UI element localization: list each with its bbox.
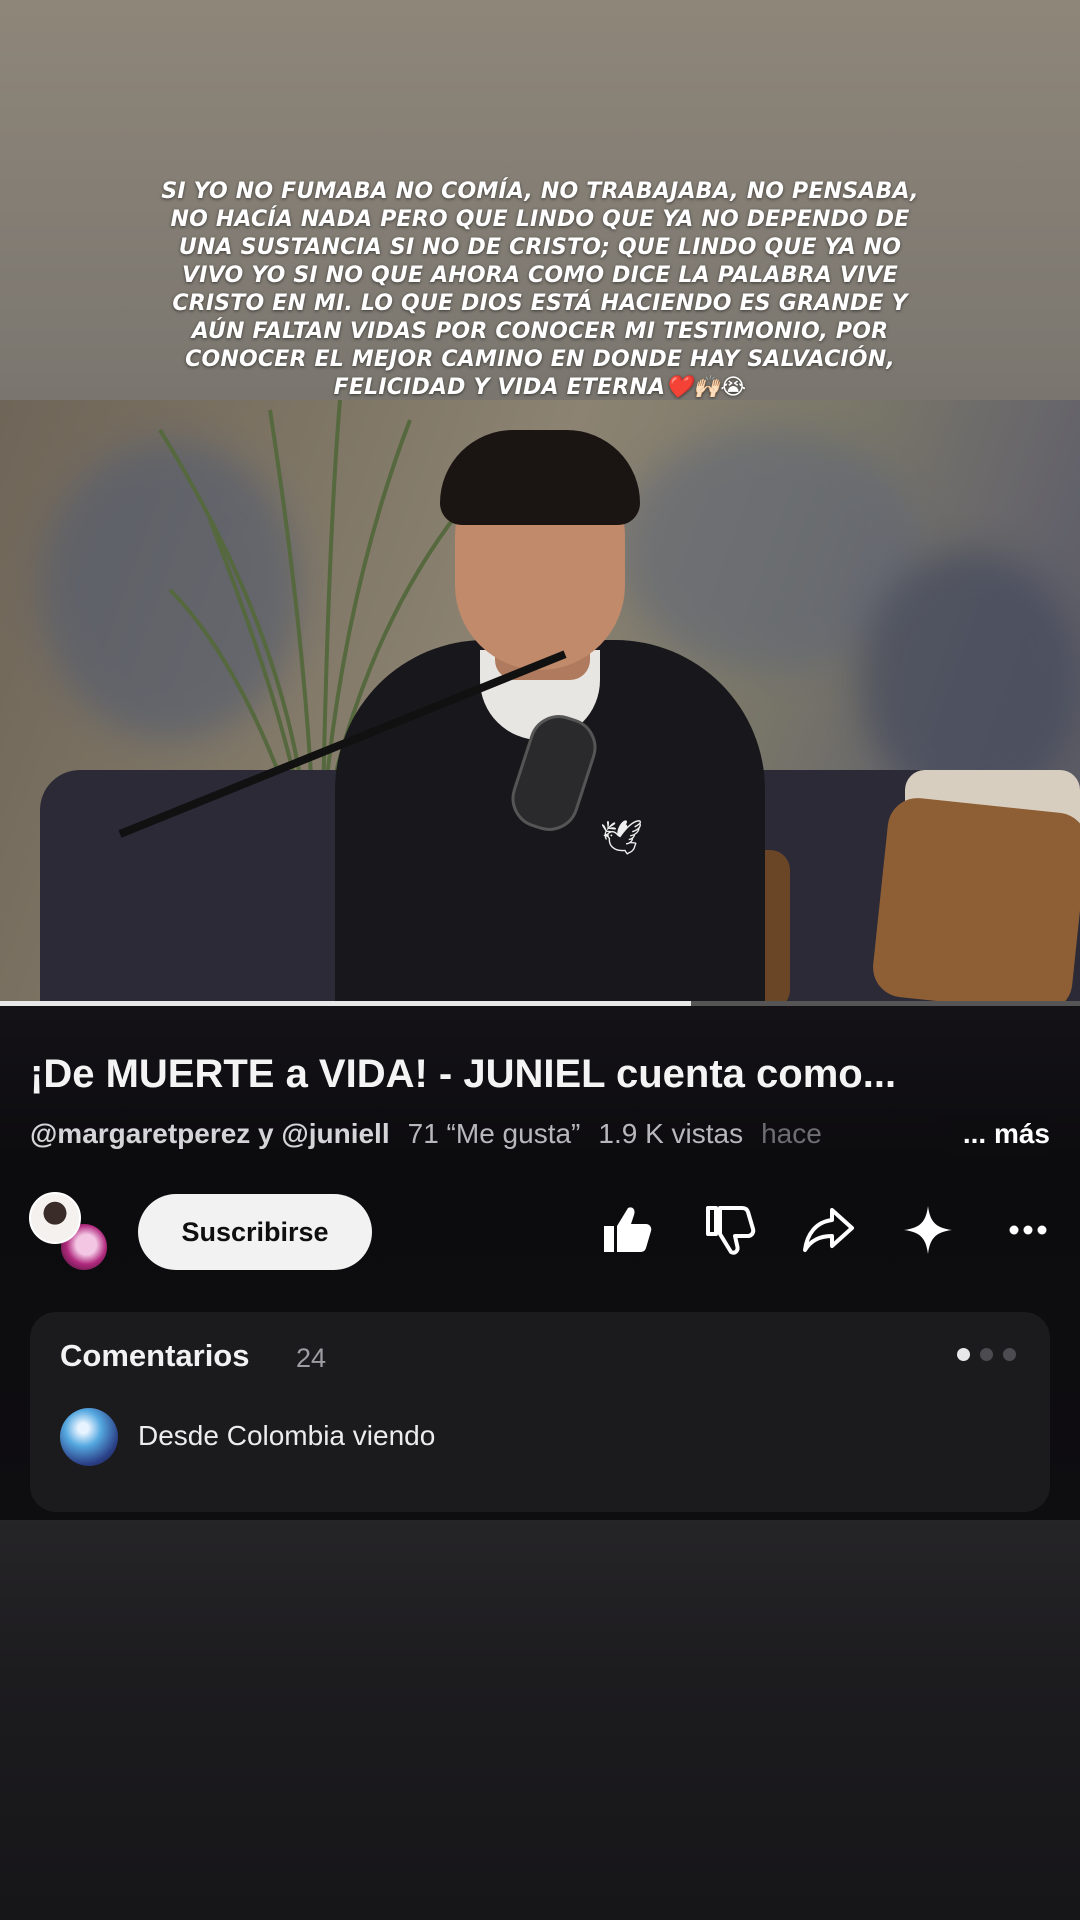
share-button[interactable] (798, 1200, 858, 1260)
thumbs-up-icon (604, 1207, 652, 1252)
bird-logo-icon: 🕊 (600, 819, 644, 857)
pager-dot (1003, 1348, 1016, 1361)
channel-avatar[interactable] (29, 1192, 81, 1244)
thumbs-down-icon (706, 1206, 756, 1255)
more-description-link[interactable]: ... más (922, 1114, 1050, 1154)
like-count: 71 “Me gusta” (407, 1118, 581, 1149)
upload-time: hace (761, 1118, 822, 1149)
pillow (870, 795, 1080, 1004)
view-count: 1.9 K vistas (598, 1118, 744, 1149)
video-title[interactable]: ¡De MUERTE a VIDA! - JUNIEL cuenta como.… (30, 1050, 1040, 1098)
video-metadata[interactable]: @margaretperez y @juniell 71 “Me gusta” 1.… (30, 1114, 1050, 1154)
remix-button[interactable] (898, 1200, 958, 1260)
bottom-background (0, 1520, 1080, 1920)
channel-handles[interactable]: @margaretperez y @juniell (30, 1118, 390, 1149)
sparkle-icon (904, 1206, 952, 1254)
comments-count: 24 (296, 1343, 327, 1373)
comments-pager (947, 1348, 1016, 1366)
share-icon (803, 1208, 854, 1252)
commenter-avatar (60, 1408, 118, 1466)
more-options-button[interactable] (998, 1200, 1058, 1260)
comment-text: Desde Colombia viendo (138, 1420, 436, 1451)
video-player[interactable]: 🕊 (0, 400, 1080, 1004)
comments-title: Comentarios (60, 1338, 250, 1373)
subscribe-button[interactable]: Suscribirse (138, 1194, 372, 1270)
story-caption: SI YO NO FUMABA NO COMÍA, NO TRABAJABA, … (161, 179, 919, 400)
dislike-button[interactable] (698, 1200, 758, 1260)
person-hair (440, 430, 640, 525)
pager-dot (980, 1348, 993, 1361)
like-button[interactable] (596, 1200, 656, 1260)
more-icon (1009, 1225, 1047, 1235)
comments-card[interactable]: Comentarios 24 Desde Colombia viendo (30, 1312, 1050, 1512)
pager-dot (957, 1348, 970, 1361)
